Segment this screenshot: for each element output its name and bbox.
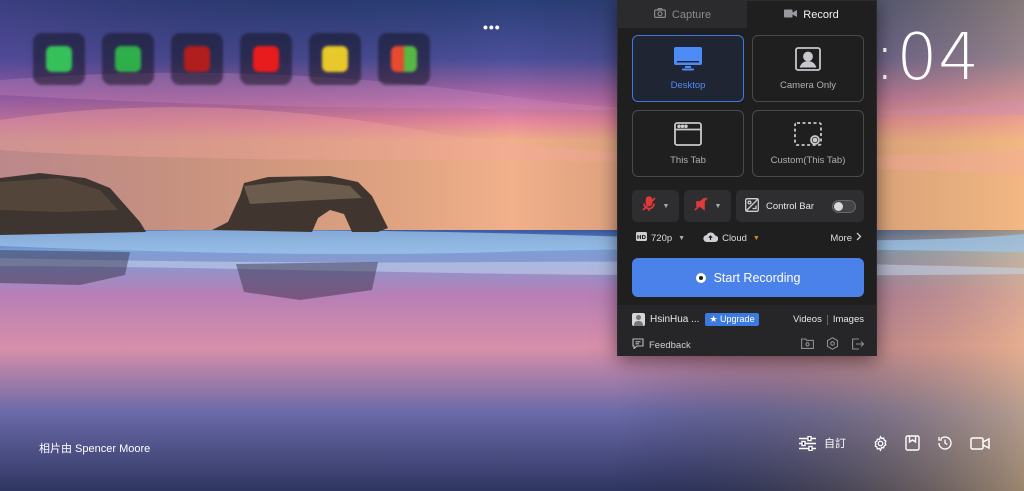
start-recording-label: Start Recording <box>713 270 801 285</box>
webcam-portrait-icon <box>795 46 821 74</box>
shortcut-tile[interactable] <box>309 33 361 94</box>
mode-custom-area[interactable]: Custom(This Tab) <box>752 110 864 177</box>
tab-capture[interactable]: Capture <box>618 1 747 28</box>
mode-label: This Tab <box>670 154 706 166</box>
control-bar-label: Control Bar <box>766 200 815 212</box>
system-audio-toggle[interactable]: ▼ <box>684 190 731 222</box>
record-dot-icon <box>695 272 706 283</box>
divider <box>826 314 828 325</box>
gear-icon[interactable] <box>872 434 889 452</box>
shortcut-app-icon <box>391 46 417 72</box>
feedback-icon[interactable] <box>632 338 644 352</box>
browser-tab-icon <box>674 121 702 149</box>
history-icon[interactable] <box>936 434 954 452</box>
shortcut-app-icon <box>46 46 72 72</box>
mode-label: Camera Only <box>780 79 836 91</box>
storage-select[interactable]: Cloud ▼ <box>703 231 760 245</box>
mode-desktop[interactable]: Desktop <box>632 35 744 102</box>
record-mode-grid: Desktop Camera Only This Tab Custom(This… <box>632 35 864 177</box>
panel-footer: HsinHua ... ★ Upgrade Videos Images Feed… <box>618 305 876 356</box>
sliders-icon[interactable] <box>799 435 816 451</box>
mic-off-icon <box>641 195 656 217</box>
video-camera-icon[interactable] <box>970 436 990 451</box>
upgrade-label: Upgrade <box>720 314 755 324</box>
shortcut-tile[interactable] <box>240 33 292 94</box>
svg-text:HD: HD <box>637 235 647 241</box>
audio-control-row: ▼ ▼ Control Bar <box>632 190 864 222</box>
control-bar-icon <box>745 197 759 215</box>
recording-options-row: HD 720p ▼ Cloud ▼ More <box>636 230 862 246</box>
footer-icon-group <box>801 337 865 353</box>
camera-icon <box>653 8 666 21</box>
images-link[interactable]: Images <box>833 314 864 325</box>
feedback-row: Feedback <box>632 337 865 353</box>
photo-credit[interactable]: 相片由 Spencer Moore <box>39 440 150 456</box>
avatar[interactable] <box>632 313 645 326</box>
microphone-toggle[interactable]: ▼ <box>632 190 679 222</box>
video-camera-icon <box>784 9 798 21</box>
shortcut-tile[interactable] <box>171 33 223 94</box>
feedback-link[interactable]: Feedback <box>649 340 691 351</box>
shortcut-tile[interactable] <box>378 33 430 94</box>
screen-recorder-panel: Capture Record Desktop Camera Only This … <box>617 0 877 356</box>
chevron-down-icon[interactable]: ▼ <box>663 203 670 210</box>
shortcut-app-icon <box>253 46 279 72</box>
resolution-value: 720p <box>651 232 673 244</box>
account-row: HsinHua ... ★ Upgrade Videos Images <box>632 313 864 326</box>
bookmark-save-icon[interactable] <box>905 435 920 451</box>
shortcut-app-icon <box>115 46 141 72</box>
shortcut-tiles <box>33 33 430 94</box>
library-links: Videos Images <box>793 314 864 325</box>
resolution-select[interactable]: HD 720p ▼ <box>636 232 685 244</box>
mode-camera-only[interactable]: Camera Only <box>752 35 864 102</box>
custom-area-icon <box>794 121 822 149</box>
customize-button[interactable]: 自訂 <box>824 435 846 451</box>
more-options-button[interactable]: ••• <box>483 20 501 34</box>
mode-label: Custom(This Tab) <box>770 154 846 166</box>
more-settings-link[interactable]: More <box>830 232 862 244</box>
tab-record[interactable]: Record <box>747 1 876 28</box>
upgrade-button[interactable]: ★ Upgrade <box>705 313 759 326</box>
tab-label: Record <box>803 8 839 21</box>
shortcut-app-icon <box>322 46 348 72</box>
audio-off-icon <box>693 196 708 217</box>
cloud-icon <box>703 231 719 245</box>
folder-icon[interactable] <box>801 338 814 352</box>
username[interactable]: HsinHua ... <box>650 314 699 325</box>
mode-this-tab[interactable]: This Tab <box>632 110 744 177</box>
capture-record-tabs: Capture Record <box>618 1 876 28</box>
shortcut-tile[interactable] <box>102 33 154 94</box>
chevron-down-icon[interactable]: ▼ <box>715 203 722 210</box>
shortcut-tile[interactable] <box>33 33 85 94</box>
tab-label: Capture <box>671 8 712 21</box>
start-recording-button[interactable]: Start Recording <box>632 258 864 297</box>
chevron-down-icon: ▼ <box>678 234 686 242</box>
more-label: More <box>830 232 852 244</box>
hd-icon: HD <box>636 232 647 244</box>
chevron-right-icon <box>856 232 862 244</box>
control-bar-toggle-row[interactable]: Control Bar <box>736 190 864 222</box>
mode-label: Desktop <box>670 79 706 91</box>
clock: :04 <box>874 21 980 95</box>
settings-icon[interactable] <box>826 337 839 353</box>
monitor-icon <box>674 46 702 74</box>
storage-value: Cloud <box>722 232 747 244</box>
logout-icon[interactable] <box>851 337 865 353</box>
chevron-down-icon: ▼ <box>752 234 760 242</box>
videos-link[interactable]: Videos <box>793 314 822 325</box>
control-bar-switch[interactable] <box>832 199 856 213</box>
bottom-toolbar: 自訂 <box>799 434 990 452</box>
shortcut-app-icon <box>184 46 210 72</box>
